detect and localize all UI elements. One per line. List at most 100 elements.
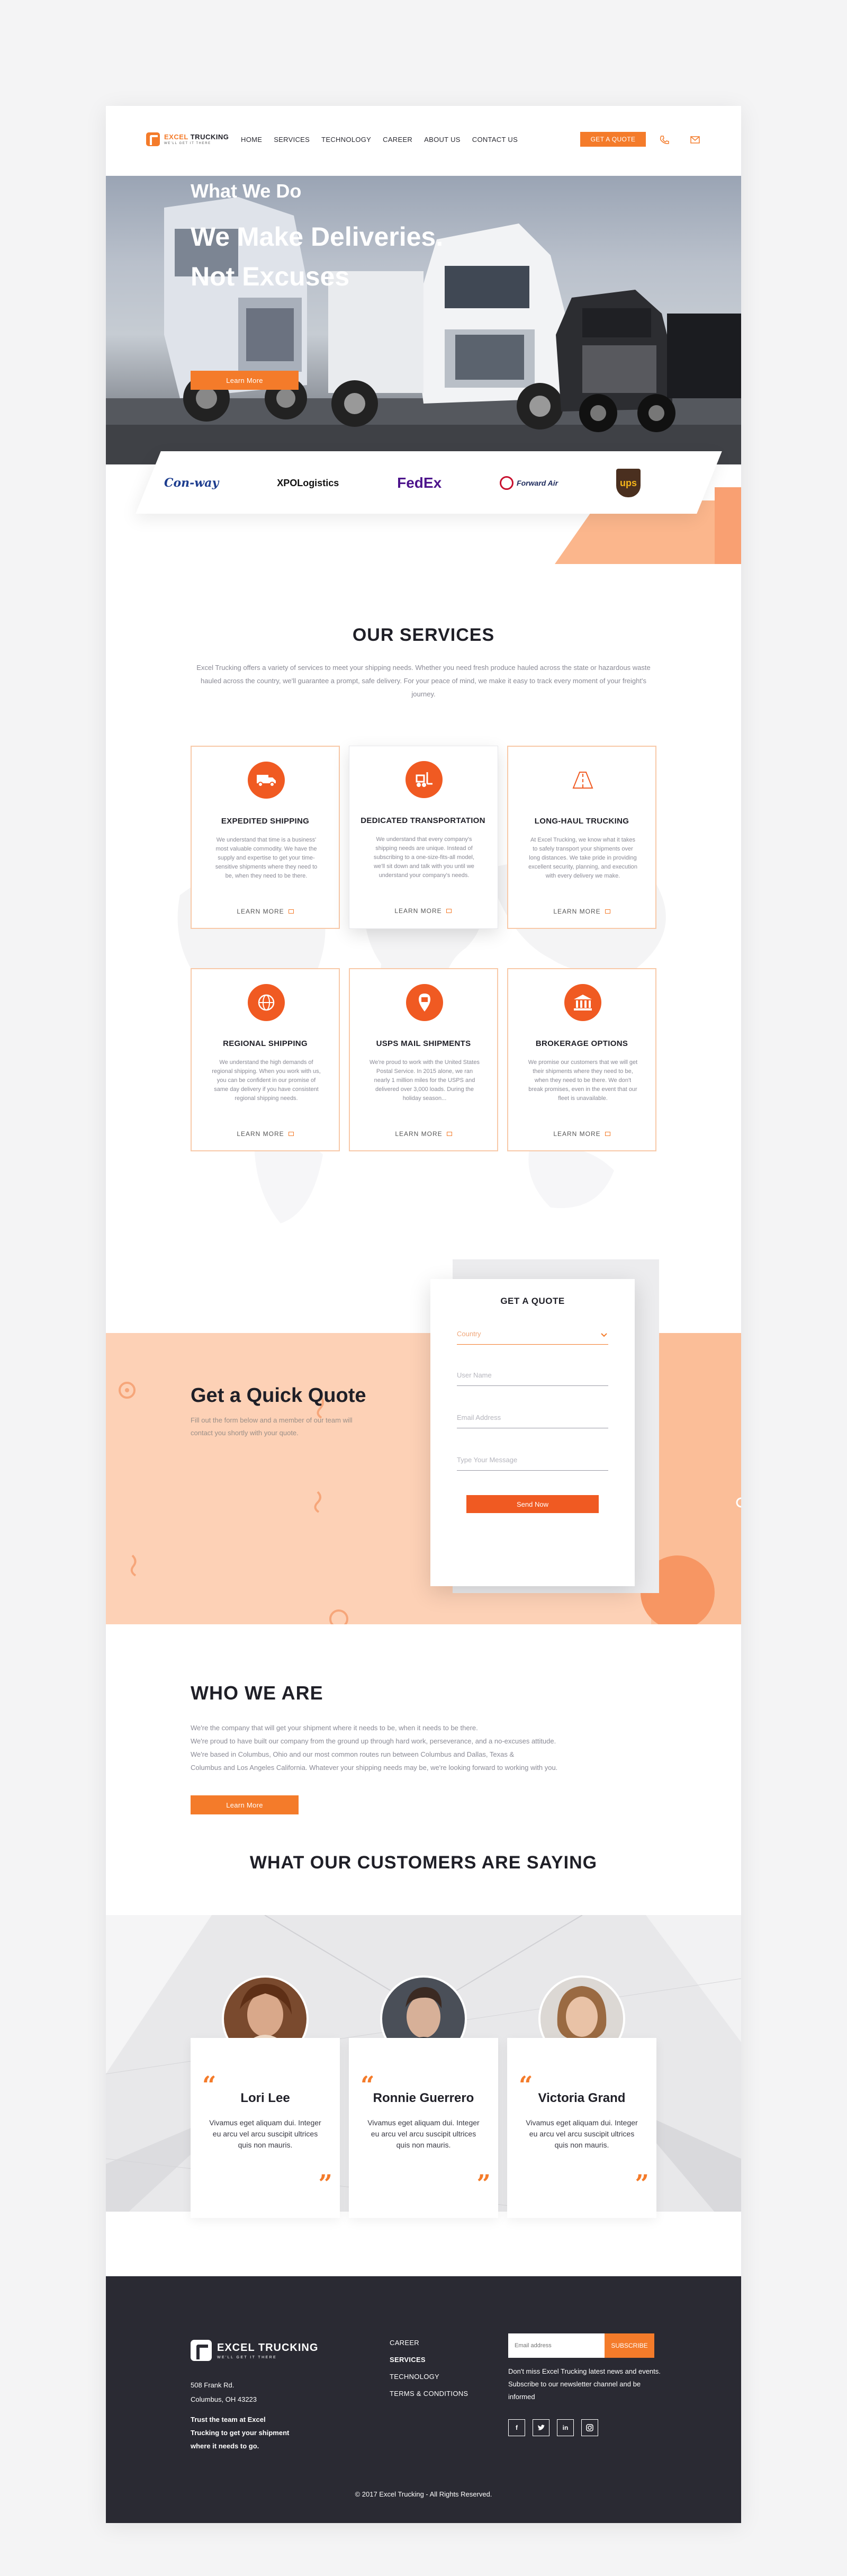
twitter-icon[interactable]: [533, 2419, 549, 2436]
service-card-text: We understand that every company's shipp…: [373, 836, 475, 879]
main-nav: HOME SERVICES TECHNOLOGY CAREER ABOUT US…: [241, 136, 518, 144]
footer-logo-mark-icon: [191, 2340, 212, 2361]
nav-career[interactable]: CAREER: [383, 136, 412, 144]
testimonial-name: Victoria Grand: [538, 2091, 626, 2105]
testimonial-quote: Vivamus eget aliquam dui. Integer eu arc…: [367, 2118, 480, 2149]
service-card-title: REGIONAL SHIPPING: [223, 1039, 308, 1048]
learn-more-link[interactable]: LEARN MORE: [349, 907, 497, 915]
chat-icon: [446, 1132, 452, 1136]
nav-about-us[interactable]: ABOUT US: [424, 136, 461, 144]
testimonial-card: “ Ronnie Guerrero Vivamus eget aliquam d…: [349, 2038, 498, 2218]
service-card-title: USPS MAIL SHIPMENTS: [376, 1039, 471, 1048]
learn-more-link[interactable]: LEARN MORE: [508, 1130, 655, 1138]
learn-more-link[interactable]: LEARN MORE: [192, 1130, 339, 1138]
close-quote-icon: ”: [635, 2169, 649, 2198]
hero-learn-more-button[interactable]: Learn More: [191, 371, 299, 390]
partner-logos: Con-way XPOLogistics FedEx Forward Air u…: [164, 462, 641, 504]
footer-logo[interactable]: EXCEL TRUCKING WE'LL GET IT THERE: [191, 2340, 318, 2361]
bank-icon: [564, 984, 601, 1021]
service-card-usps[interactable]: USPS MAIL SHIPMENTS We're proud to work …: [349, 968, 498, 1151]
partner-logo-fedex: FedEx: [397, 475, 442, 491]
service-card-dedicated[interactable]: DEDICATED TRANSPORTATION We understand t…: [349, 746, 498, 929]
footer-link-terms[interactable]: TERMS & CONDITIONS: [390, 2385, 468, 2402]
service-card-title: EXPEDITED SHIPPING: [221, 817, 310, 826]
newsletter-email-input[interactable]: [508, 2333, 605, 2358]
globe-icon: [248, 984, 285, 1021]
quote-text: Fill out the form below and a member of …: [191, 1416, 353, 1437]
service-card-text: At Excel Trucking, we know what it takes…: [528, 837, 637, 879]
mail-icon[interactable]: [690, 136, 700, 144]
who-we-are-text: We're the company that will get your shi…: [191, 1724, 558, 1772]
chat-icon: [446, 909, 452, 913]
nav-home[interactable]: HOME: [241, 136, 262, 144]
decorative-band-right: [715, 487, 741, 564]
linkedin-icon[interactable]: in: [557, 2419, 574, 2436]
testimonial-name: Ronnie Guerrero: [373, 2091, 474, 2105]
nav-contact-us[interactable]: CONTACT US: [472, 136, 518, 144]
service-card-long-haul[interactable]: LONG-HAUL TRUCKING At Excel Trucking, we…: [507, 746, 656, 929]
subscribe-button[interactable]: SUBSCRIBE: [605, 2333, 654, 2358]
form-title: GET A QUOTE: [500, 1296, 565, 1306]
partner-logo-forward-air: Forward Air: [500, 476, 558, 490]
testimonial-quote: Vivamus eget aliquam dui. Integer eu arc…: [209, 2118, 321, 2149]
who-we-are-title: WHO WE ARE: [191, 1682, 323, 1704]
learn-more-link[interactable]: LEARN MORE: [350, 1130, 497, 1138]
forward-air-icon: [500, 476, 514, 490]
testimonials-title: WHAT OUR CUSTOMERS ARE SAYING: [249, 1853, 598, 1873]
instagram-icon[interactable]: [581, 2419, 598, 2436]
service-card-text: We understand the high demands of region…: [212, 1059, 321, 1102]
service-card-text: We promise our customers that we will ge…: [528, 1059, 638, 1102]
truck-icon: [248, 762, 285, 799]
message-field[interactable]: Type Your Message: [457, 1453, 608, 1471]
service-card-text: We're proud to work with the United Stat…: [370, 1059, 480, 1102]
partner-logo-xpo: XPOLogistics: [277, 477, 339, 488]
footer-brand-name: EXCEL TRUCKING: [217, 2341, 319, 2354]
testimonial-quote: Vivamus eget aliquam dui. Integer eu arc…: [526, 2118, 638, 2149]
phone-icon[interactable]: [660, 136, 669, 144]
chat-icon: [605, 1132, 610, 1136]
chat-icon: [605, 909, 610, 914]
newsletter-text: Don't miss Excel Trucking latest news an…: [508, 2367, 661, 2401]
site-logo[interactable]: EXCEL TRUCKING WE'LL GET IT THERE: [146, 132, 229, 146]
logo-name-part1: EXCEL: [164, 133, 188, 141]
service-card-text: We understand that time is a business' m…: [215, 837, 318, 879]
close-quote-icon: ”: [318, 2169, 332, 2198]
copyright: © 2017 Excel Trucking - All Rights Reser…: [355, 2490, 492, 2498]
testimonial-card: “ Victoria Grand Vivamus eget aliquam du…: [507, 2038, 656, 2218]
page: EXCEL TRUCKING WE'LL GET IT THERE HOME S…: [106, 106, 741, 2523]
footer-links: CAREER SERVICES TECHNOLOGY TERMS & CONDI…: [390, 2334, 468, 2402]
site-header: EXCEL TRUCKING WE'LL GET IT THERE HOME S…: [106, 106, 741, 176]
partner-logo-ups: ups: [616, 469, 641, 497]
footer-link-career[interactable]: CAREER: [390, 2334, 468, 2351]
nav-technology[interactable]: TECHNOLOGY: [321, 136, 371, 144]
services-title: OUR SERVICES: [352, 625, 495, 645]
footer-address: 508 Frank Rd. Columbus, OH 43223: [191, 2381, 257, 2403]
newsletter-form: SUBSCRIBE: [508, 2333, 654, 2358]
service-card-title: BROKERAGE OPTIONS: [535, 1039, 628, 1048]
send-now-button[interactable]: Send Now: [466, 1495, 599, 1513]
email-field[interactable]: Email Address: [457, 1410, 608, 1428]
testimonial-card: “ Lori Lee Vivamus eget aliquam dui. Int…: [191, 2038, 340, 2218]
service-card-regional[interactable]: REGIONAL SHIPPING We understand the high…: [191, 968, 340, 1151]
facebook-icon[interactable]: f: [508, 2419, 525, 2436]
logo-mark-icon: [146, 132, 160, 146]
learn-more-link[interactable]: LEARN MORE: [508, 908, 655, 915]
testimonial-name: Lori Lee: [240, 2091, 290, 2105]
chevron-down-icon: [601, 1333, 607, 1337]
footer-trust-text: Trust the team at Excel Trucking to get …: [191, 2416, 290, 2450]
get-quote-button[interactable]: GET A QUOTE: [580, 132, 646, 147]
chat-icon: [288, 909, 294, 914]
country-select[interactable]: Country: [457, 1327, 608, 1345]
footer-link-technology[interactable]: TECHNOLOGY: [390, 2368, 468, 2385]
service-card-title: LONG-HAUL TRUCKING: [534, 817, 629, 826]
services-description: Excel Trucking offers a variety of servi…: [196, 664, 651, 698]
nav-services[interactable]: SERVICES: [274, 136, 310, 144]
learn-more-link[interactable]: LEARN MORE: [192, 908, 339, 915]
service-card-expedited[interactable]: EXPEDITED SHIPPING We understand that ti…: [191, 746, 340, 929]
who-learn-more-button[interactable]: Learn More: [191, 1795, 299, 1814]
social-links: f in: [508, 2419, 598, 2436]
service-card-brokerage[interactable]: BROKERAGE OPTIONS We promise our custome…: [507, 968, 656, 1151]
quote-title: Get a Quick Quote: [191, 1384, 366, 1407]
footer-link-services[interactable]: SERVICES: [390, 2351, 468, 2368]
user-name-field[interactable]: User Name: [457, 1368, 608, 1386]
